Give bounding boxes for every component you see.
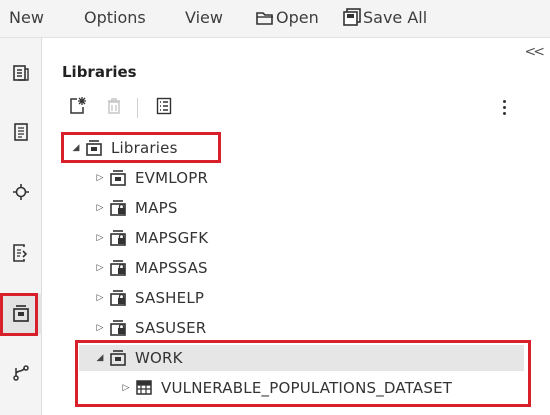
tree-node-label: Libraries — [111, 139, 178, 157]
tree-node-library[interactable]: ▷ SASHELP — [95, 285, 204, 311]
locked-library-icon — [109, 288, 129, 308]
rail-tasks[interactable] — [0, 233, 42, 273]
collapsed-arrow-icon[interactable]: ▷ — [95, 203, 105, 213]
menu-save-all[interactable]: Save All — [343, 8, 427, 30]
library-icon — [109, 348, 129, 368]
properties-icon — [156, 97, 172, 119]
tree-node-libraries-root[interactable]: ◢ Libraries — [71, 135, 231, 161]
tree-node-dataset[interactable]: ▷ VULNERABLE_POPULATIONS_DATASET — [121, 375, 452, 401]
menu-options[interactable]: Options — [84, 8, 146, 27]
server-files-icon — [12, 64, 30, 82]
menu-open[interactable]: Open — [256, 8, 319, 30]
delete-icon — [106, 97, 122, 119]
libraries-icon — [11, 304, 31, 324]
locked-library-icon — [109, 228, 129, 248]
new-library-icon — [68, 96, 88, 120]
new-library-button[interactable] — [67, 97, 89, 119]
tree-node-label: VULNERABLE_POPULATIONS_DATASET — [161, 379, 453, 397]
collapsed-arrow-icon[interactable]: ▷ — [95, 173, 105, 183]
panel-title: Libraries — [62, 63, 137, 81]
menu-save-all-label: Save All — [363, 8, 428, 27]
tree-node-work[interactable]: ◢ WORK — [79, 345, 524, 371]
menu-bar: New Options View Open Save All — [0, 0, 550, 38]
rail-snippets[interactable] — [0, 172, 42, 212]
locked-library-icon — [109, 258, 129, 278]
tree-node-library[interactable]: ▷ EVMLOPR — [95, 165, 208, 191]
library-root-icon — [85, 138, 105, 158]
tree-node-label: MAPS — [135, 199, 178, 217]
locked-library-icon — [109, 198, 129, 218]
tree-node-library[interactable]: ▷ MAPS — [95, 195, 178, 221]
tree-node-label: SASHELP — [135, 289, 205, 307]
tree-node-library[interactable]: ▷ MAPSSAS — [95, 255, 208, 281]
collapsed-arrow-icon[interactable]: ▷ — [95, 293, 105, 303]
navigation-rail — [0, 38, 42, 415]
folder-open-icon — [256, 10, 274, 30]
libraries-panel: << Libraries ◢ Libraries ▷ EVMLOPR ▷ MAP… — [43, 38, 550, 415]
menu-new[interactable]: New — [9, 8, 44, 27]
rail-server-files[interactable] — [0, 53, 42, 93]
expanded-arrow-icon[interactable]: ◢ — [71, 143, 81, 153]
tree-node-library[interactable]: ▷ MAPSGFK — [95, 225, 209, 251]
collapsed-arrow-icon[interactable]: ▷ — [121, 383, 131, 393]
tree-node-label: SASUSER — [135, 319, 207, 337]
tree-node-label: EVMLOPR — [135, 169, 209, 187]
tree-node-library[interactable]: ▷ SASUSER — [95, 315, 207, 341]
library-icon — [109, 168, 129, 188]
tree-node-label: MAPSSAS — [135, 259, 208, 277]
collapsed-arrow-icon[interactable]: ▷ — [95, 233, 105, 243]
tree-node-label: MAPSGFK — [135, 229, 209, 247]
collapse-panel-button[interactable]: << — [525, 44, 546, 60]
menu-view[interactable]: View — [185, 8, 223, 27]
delete-button[interactable] — [103, 97, 125, 119]
collapsed-arrow-icon[interactable]: ▷ — [95, 263, 105, 273]
tree-node-label: WORK — [135, 349, 183, 367]
collapsed-arrow-icon[interactable]: ▷ — [95, 323, 105, 333]
rail-libraries[interactable] — [0, 294, 42, 334]
toolbar-separator — [137, 98, 138, 118]
more-options-icon[interactable] — [499, 98, 509, 120]
sas-content-icon — [13, 123, 29, 141]
save-all-icon — [343, 8, 361, 30]
snippets-icon — [12, 183, 30, 201]
menu-open-label: Open — [276, 8, 319, 27]
git-icon — [12, 364, 30, 382]
rail-git[interactable] — [0, 353, 42, 393]
tasks-icon — [12, 244, 30, 262]
locked-library-icon — [109, 318, 129, 338]
dataset-table-icon — [135, 378, 155, 398]
rail-sas-content[interactable] — [0, 112, 42, 152]
expanded-arrow-icon[interactable]: ◢ — [95, 353, 105, 363]
properties-button[interactable] — [153, 97, 175, 119]
